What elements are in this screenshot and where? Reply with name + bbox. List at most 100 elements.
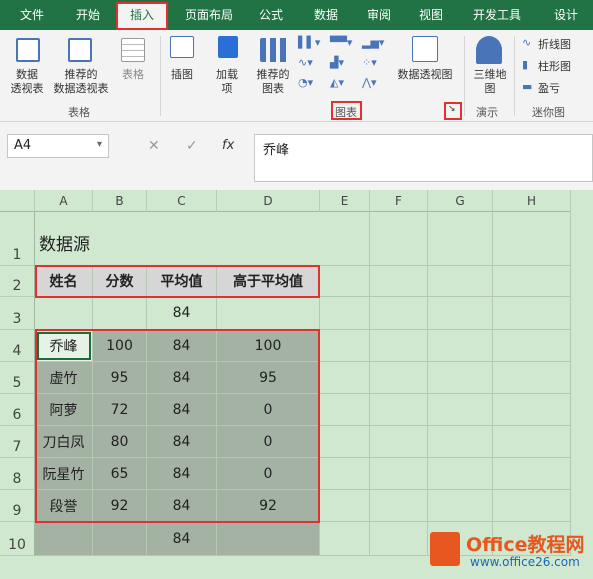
row-header-10[interactable]: 10 xyxy=(0,522,35,556)
column-header-G[interactable]: G xyxy=(428,190,493,212)
tab-developer[interactable]: 开发工具 xyxy=(465,0,529,30)
hierarchy-chart-icon[interactable]: ▂▅▾ xyxy=(362,36,384,49)
cell[interactable] xyxy=(428,266,493,297)
waterfall-chart-icon[interactable]: ◭▾ xyxy=(330,76,344,89)
column-header-D[interactable]: D xyxy=(217,190,320,212)
column-header-A[interactable]: A xyxy=(35,190,93,212)
cell[interactable] xyxy=(320,522,370,556)
cell[interactable] xyxy=(320,490,370,522)
row-header-4[interactable]: 4 xyxy=(0,330,35,362)
cell[interactable] xyxy=(428,362,493,394)
cell[interactable] xyxy=(493,458,571,490)
cell[interactable] xyxy=(493,212,571,266)
cell[interactable] xyxy=(35,522,93,556)
row-header-2[interactable]: 2 xyxy=(0,266,35,297)
row-header-8[interactable]: 8 xyxy=(0,458,35,490)
line-chart-icon[interactable]: ∿▾ xyxy=(298,56,313,69)
row-header-1[interactable]: 1 xyxy=(0,212,35,266)
pivot-table-button[interactable]: 数据 透视表 xyxy=(4,68,50,96)
row-header-3[interactable]: 3 xyxy=(0,297,35,330)
row-header-7[interactable]: 7 xyxy=(0,426,35,458)
cell[interactable] xyxy=(370,394,428,426)
cell[interactable] xyxy=(320,394,370,426)
bar-chart-icon[interactable]: ▀▀▾ xyxy=(330,36,352,49)
addins-button[interactable]: 加载 项 xyxy=(208,68,246,96)
table-button[interactable]: 表格 xyxy=(114,68,152,82)
cell[interactable] xyxy=(35,297,93,330)
cell[interactable] xyxy=(370,297,428,330)
cell[interactable] xyxy=(320,266,370,297)
select-all-corner[interactable] xyxy=(0,190,35,212)
cell[interactable] xyxy=(428,458,493,490)
sparkline-winloss-button[interactable]: 盈亏 xyxy=(538,80,560,96)
cell[interactable] xyxy=(370,458,428,490)
cell[interactable] xyxy=(320,212,370,266)
column-header-C[interactable]: C xyxy=(147,190,217,212)
row-header-6[interactable]: 6 xyxy=(0,394,35,426)
formula-input[interactable]: 乔峰 xyxy=(254,134,593,182)
column-header-B[interactable]: B xyxy=(93,190,147,212)
cell[interactable] xyxy=(370,490,428,522)
cell[interactable] xyxy=(428,330,493,362)
tab-file[interactable]: 文件 xyxy=(8,0,56,30)
cell[interactable] xyxy=(217,522,320,556)
insert-function-icon[interactable]: fx xyxy=(222,138,234,153)
map-3d-button[interactable]: 三维地 图 xyxy=(468,68,512,96)
cell[interactable] xyxy=(493,490,571,522)
enter-icon[interactable]: ✓ xyxy=(186,138,198,154)
row-header-5[interactable]: 5 xyxy=(0,362,35,394)
pie-chart-icon[interactable]: ◔▾ xyxy=(298,76,313,89)
cell[interactable] xyxy=(370,330,428,362)
statistic-chart-icon[interactable]: ▟▾ xyxy=(330,56,344,69)
tab-insert[interactable]: 插入 xyxy=(116,2,168,30)
cell[interactable] xyxy=(320,426,370,458)
cell[interactable] xyxy=(217,297,320,330)
tab-page-layout[interactable]: 页面布局 xyxy=(174,0,244,30)
cell[interactable] xyxy=(370,426,428,458)
cell[interactable] xyxy=(320,297,370,330)
row-header-9[interactable]: 9 xyxy=(0,490,35,522)
cell[interactable] xyxy=(370,266,428,297)
column-header-F[interactable]: F xyxy=(370,190,428,212)
illustrations-button[interactable]: 插图 xyxy=(164,68,200,82)
cell[interactable] xyxy=(493,426,571,458)
column-header-H[interactable]: H xyxy=(493,190,571,212)
cancel-icon[interactable]: ✕ xyxy=(148,138,160,154)
cell[interactable] xyxy=(493,266,571,297)
cell[interactable] xyxy=(320,458,370,490)
cell[interactable] xyxy=(428,212,493,266)
cell[interactable] xyxy=(493,362,571,394)
tab-design[interactable]: 设计 xyxy=(545,0,587,30)
tab-review[interactable]: 审阅 xyxy=(358,0,400,30)
scatter-chart-icon[interactable]: ⁘▾ xyxy=(362,56,377,69)
cell[interactable] xyxy=(493,394,571,426)
tab-home[interactable]: 开始 xyxy=(64,0,112,30)
cell[interactable] xyxy=(493,330,571,362)
chevron-down-icon[interactable]: ▾ xyxy=(97,139,102,150)
recommended-chart-button[interactable]: 推荐的 图表 xyxy=(252,68,294,96)
cell[interactable] xyxy=(428,490,493,522)
sparkline-column-button[interactable]: 柱形图 xyxy=(538,58,571,74)
cell[interactable] xyxy=(370,362,428,394)
cell[interactable] xyxy=(370,522,428,556)
cell[interactable] xyxy=(370,212,428,266)
pivot-chart-button[interactable]: 数据透视图 xyxy=(392,68,458,82)
sparkline-line-button[interactable]: 折线图 xyxy=(538,36,571,52)
cell[interactable] xyxy=(320,362,370,394)
cell[interactable] xyxy=(93,522,147,556)
recommended-pivot-button[interactable]: 推荐的 数据透视表 xyxy=(50,68,112,96)
column-header-E[interactable]: E xyxy=(320,190,370,212)
cell[interactable] xyxy=(493,297,571,330)
cell[interactable] xyxy=(428,394,493,426)
dialog-launcher-icon[interactable]: ↘ xyxy=(448,104,456,114)
tab-view[interactable]: 视图 xyxy=(410,0,452,30)
cell[interactable] xyxy=(320,330,370,362)
sheet-title[interactable]: 数据源 xyxy=(35,212,320,266)
surface-chart-icon[interactable]: ⋀▾ xyxy=(362,76,377,89)
tab-formulas[interactable]: 公式 xyxy=(250,0,292,30)
cell[interactable] xyxy=(428,297,493,330)
cell[interactable] xyxy=(428,426,493,458)
column-chart-icon[interactable]: ▌▌▾ xyxy=(298,36,320,49)
tab-data[interactable]: 数据 xyxy=(305,0,347,30)
cell[interactable] xyxy=(93,297,147,330)
